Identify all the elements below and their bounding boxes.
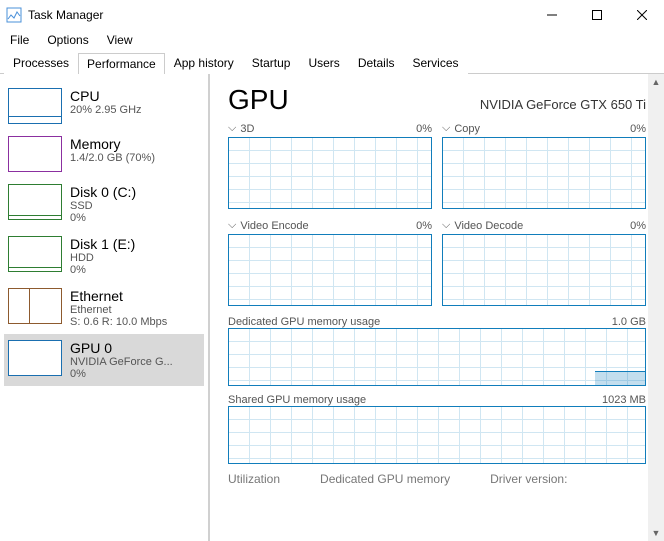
memory-thumb — [8, 136, 62, 172]
cpu-thumb — [8, 88, 62, 124]
sidebar-item-ethernet[interactable]: Ethernet Ethernet S: 0.6 R: 10.0 Mbps — [4, 282, 204, 334]
tab-processes[interactable]: Processes — [4, 52, 78, 74]
gpu-sub1: NVIDIA GeForce G... — [70, 356, 173, 368]
sidebar: CPU 20% 2.95 GHz Memory 1.4/2.0 GB (70%)… — [0, 74, 210, 541]
graph-venc-label[interactable]: Video Encode — [240, 220, 308, 232]
app-icon — [6, 7, 22, 23]
scroll-up-icon[interactable]: ▲ — [648, 74, 664, 90]
gpu-sub2: 0% — [70, 368, 173, 380]
stat-dedmem: Dedicated GPU memory — [320, 472, 450, 486]
graph-video-decode — [442, 234, 646, 306]
ethernet-thumb — [8, 288, 62, 324]
graph-copy-pct: 0% — [630, 123, 646, 135]
shmem-max: 1023 MB — [602, 394, 646, 406]
window-title: Task Manager — [28, 8, 103, 22]
tab-users[interactable]: Users — [299, 52, 348, 74]
main-area: CPU 20% 2.95 GHz Memory 1.4/2.0 GB (70%)… — [0, 74, 664, 541]
sidebar-item-gpu[interactable]: GPU 0 NVIDIA GeForce G... 0% — [4, 334, 204, 386]
cpu-sub: 20% 2.95 GHz — [70, 104, 142, 116]
tab-performance[interactable]: Performance — [78, 53, 165, 74]
device-name: NVIDIA GeForce GTX 650 Ti — [480, 97, 646, 112]
stat-driver: Driver version: — [490, 472, 567, 486]
menu-options[interactable]: Options — [41, 31, 94, 49]
disk1-sub1: HDD — [70, 252, 135, 264]
disk0-label: Disk 0 (C:) — [70, 184, 136, 200]
ethernet-sub2: S: 0.6 R: 10.0 Mbps — [70, 316, 167, 328]
sidebar-item-cpu[interactable]: CPU 20% 2.95 GHz — [4, 82, 204, 130]
tab-details[interactable]: Details — [349, 52, 404, 74]
graph-3d-label[interactable]: 3D — [240, 123, 254, 135]
gpu-thumb — [8, 340, 62, 376]
graph-shared-memory — [228, 406, 646, 464]
stat-utilization: Utilization — [228, 472, 280, 486]
chevron-down-icon[interactable]: ⌵ — [442, 122, 450, 135]
sidebar-item-disk0[interactable]: Disk 0 (C:) SSD 0% — [4, 178, 204, 230]
chevron-down-icon[interactable]: ⌵ — [228, 219, 236, 232]
graph-copy-label[interactable]: Copy — [454, 123, 480, 135]
menu-view[interactable]: View — [101, 31, 139, 49]
dedmem-label: Dedicated GPU memory usage — [228, 316, 380, 328]
graph-dedicated-memory — [228, 328, 646, 386]
tab-bar: Processes Performance App history Startu… — [0, 50, 664, 74]
graph-vdec-label[interactable]: Video Decode — [454, 220, 523, 232]
ethernet-label: Ethernet — [70, 288, 167, 304]
chevron-down-icon[interactable]: ⌵ — [442, 219, 450, 232]
graph-copy — [442, 137, 646, 209]
disk0-sub1: SSD — [70, 200, 136, 212]
minimize-button[interactable] — [529, 0, 574, 30]
gpu-label: GPU 0 — [70, 340, 173, 356]
scrollbar[interactable]: ▲ ▼ — [648, 74, 664, 541]
title-bar: Task Manager — [0, 0, 664, 30]
window-controls — [529, 0, 664, 30]
sidebar-item-memory[interactable]: Memory 1.4/2.0 GB (70%) — [4, 130, 204, 178]
scroll-down-icon[interactable]: ▼ — [648, 525, 664, 541]
disk0-sub2: 0% — [70, 212, 136, 224]
tab-services[interactable]: Services — [404, 52, 468, 74]
page-title: GPU — [228, 84, 289, 116]
graph-3d-pct: 0% — [416, 123, 432, 135]
disk1-thumb — [8, 236, 62, 272]
sidebar-item-disk1[interactable]: Disk 1 (E:) HDD 0% — [4, 230, 204, 282]
disk1-sub2: 0% — [70, 264, 135, 276]
cpu-label: CPU — [70, 88, 142, 104]
chevron-down-icon[interactable]: ⌵ — [228, 122, 236, 135]
memory-label: Memory — [70, 136, 155, 152]
ethernet-sub1: Ethernet — [70, 304, 167, 316]
tab-startup[interactable]: Startup — [243, 52, 300, 74]
close-button[interactable] — [619, 0, 664, 30]
tab-app-history[interactable]: App history — [165, 52, 243, 74]
disk1-label: Disk 1 (E:) — [70, 236, 135, 252]
shmem-label: Shared GPU memory usage — [228, 394, 366, 406]
disk0-thumb — [8, 184, 62, 220]
maximize-button[interactable] — [574, 0, 619, 30]
menu-file[interactable]: File — [4, 31, 35, 49]
memory-sub: 1.4/2.0 GB (70%) — [70, 152, 155, 164]
graph-3d — [228, 137, 432, 209]
graph-venc-pct: 0% — [416, 220, 432, 232]
graph-vdec-pct: 0% — [630, 220, 646, 232]
graph-video-encode — [228, 234, 432, 306]
content-pane: GPU NVIDIA GeForce GTX 650 Ti ⌵ 3D 0% ⌵ … — [210, 74, 664, 541]
dedmem-max: 1.0 GB — [612, 316, 646, 328]
menu-bar: File Options View — [0, 30, 664, 50]
